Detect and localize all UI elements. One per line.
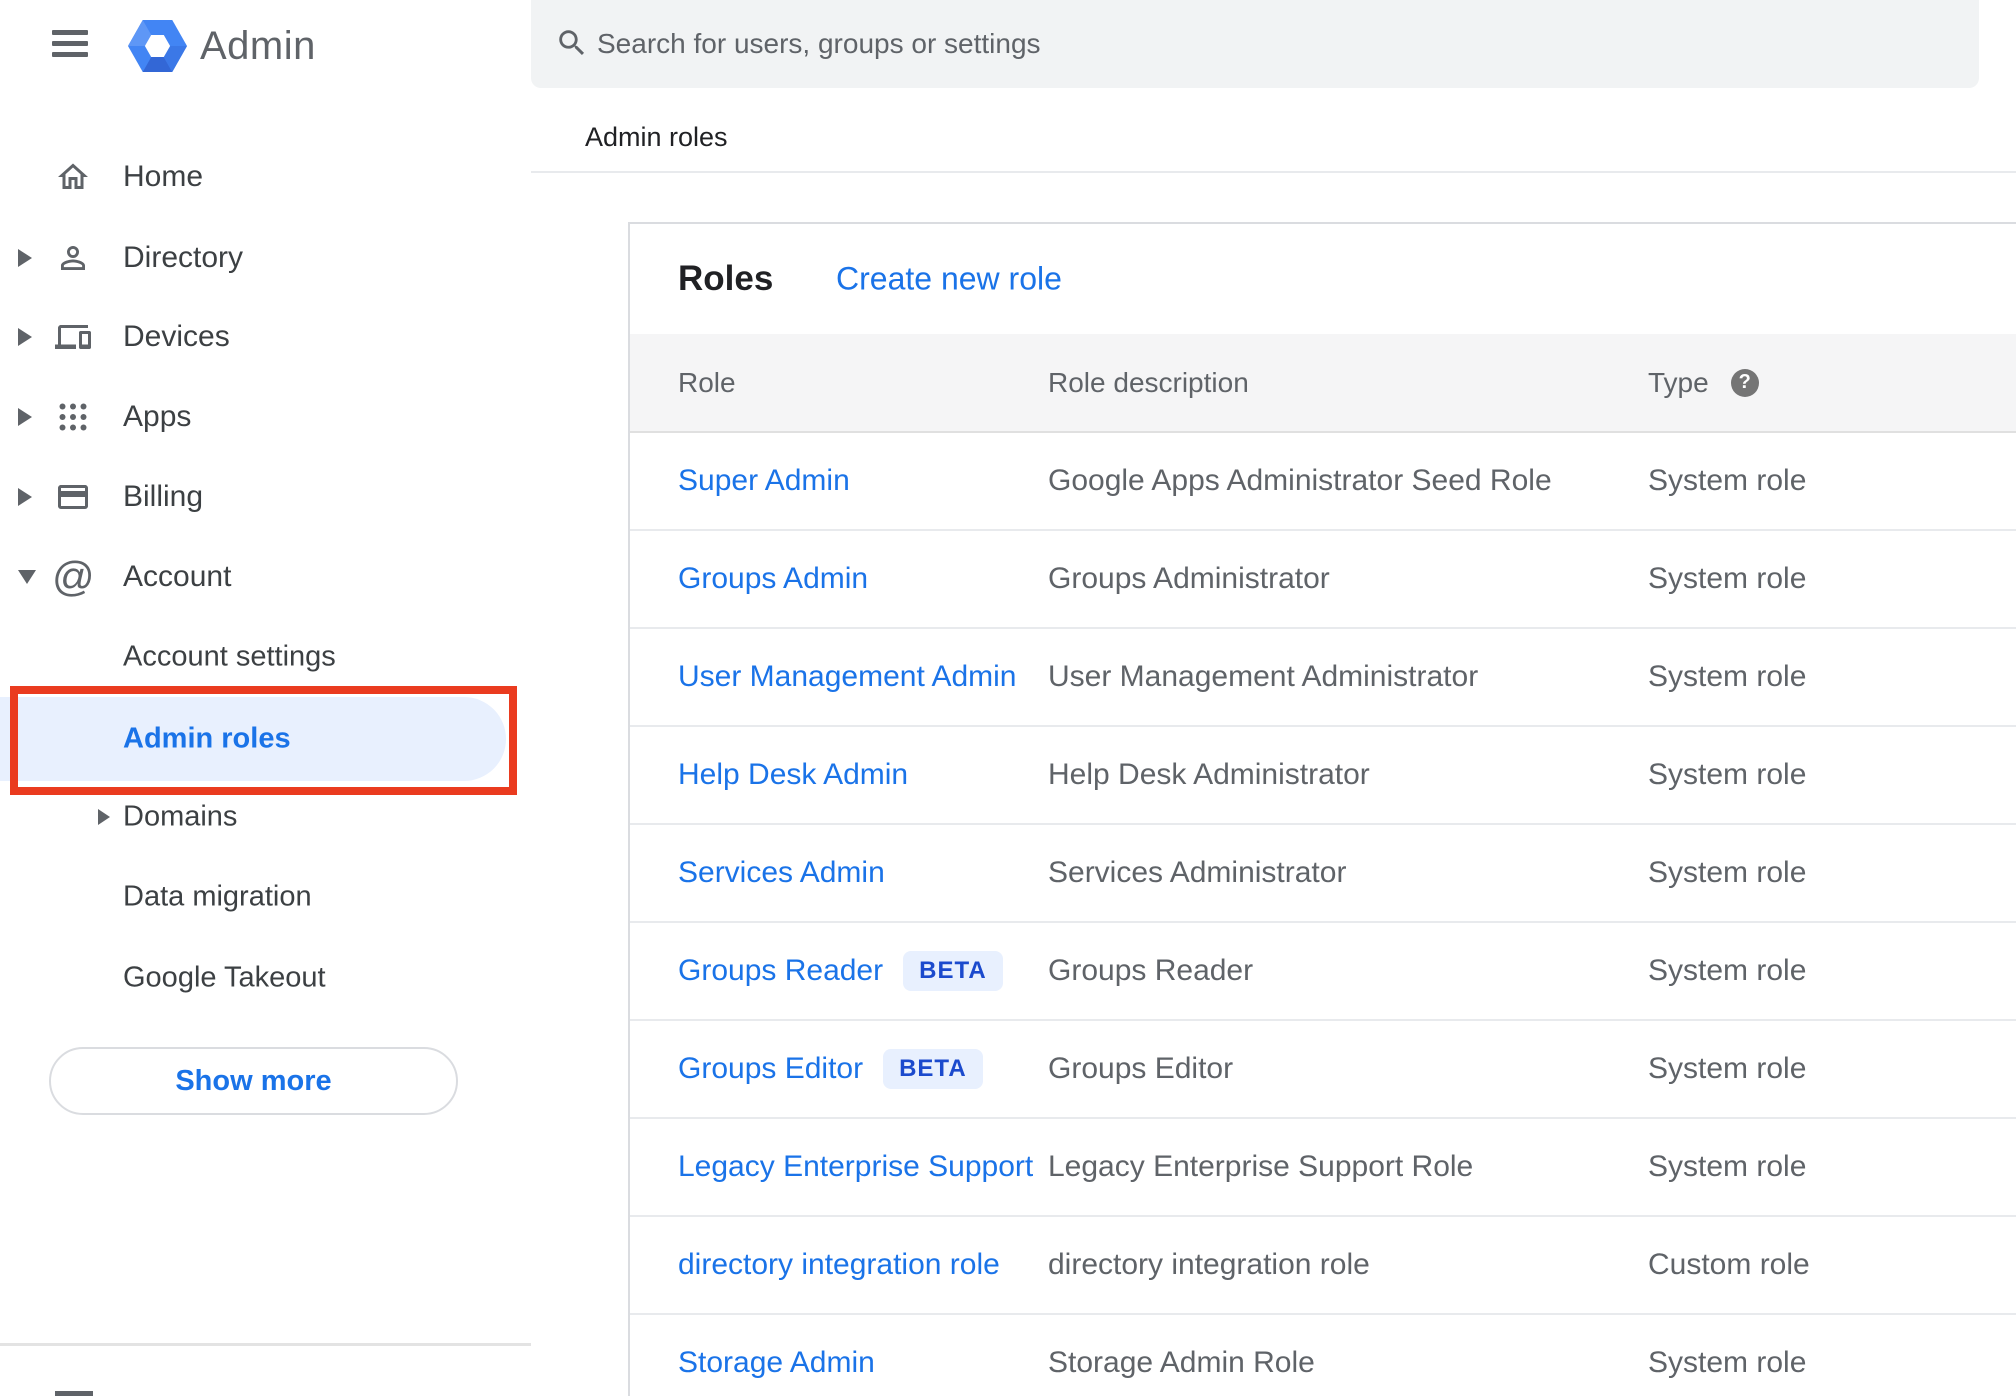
sidebar-item-google-takeout[interactable]: Google Takeout <box>0 948 531 1008</box>
hamburger-menu-icon[interactable] <box>52 30 88 58</box>
expand-arrow-icon[interactable] <box>18 488 32 506</box>
search-icon <box>559 30 585 56</box>
beta-badge: BETA <box>903 951 1003 991</box>
role-type: System role <box>1648 758 1807 791</box>
role-link[interactable]: Help Desk Admin <box>678 758 908 792</box>
role-link[interactable]: directory integration role <box>678 1248 1000 1282</box>
role-type: Custom role <box>1648 1248 1810 1281</box>
app-title: Admin <box>200 24 316 68</box>
table-row: Services Admin Services Administrator Sy… <box>630 825 2016 923</box>
role-link[interactable]: Legacy Enterprise Support <box>678 1150 1033 1184</box>
sidebar-item-domains[interactable]: Domains <box>0 787 531 847</box>
role-description: User Management Administrator <box>1048 660 1479 693</box>
role-link[interactable]: User Management Admin <box>678 660 1017 694</box>
role-description: Google Apps Administrator Seed Role <box>1048 464 1552 497</box>
column-header-description: Role description <box>1048 366 1249 398</box>
table-row: Groups Admin Groups Administrator System… <box>630 531 2016 629</box>
sidebar: Admin Home Directory Devices Apps Billin… <box>0 0 531 1396</box>
at-sign-icon: @ <box>52 553 95 600</box>
roles-card: Roles Create new role Role Role descript… <box>628 222 2016 1396</box>
role-type: System role <box>1648 1052 1807 1085</box>
role-description: Groups Administrator <box>1048 562 1330 595</box>
role-link[interactable]: Groups Admin <box>678 562 868 596</box>
sidebar-item-apps[interactable]: Apps <box>0 387 531 447</box>
home-icon <box>58 163 88 189</box>
role-link[interactable]: Groups Editor <box>678 1052 863 1086</box>
collapse-arrow-icon[interactable] <box>18 570 36 584</box>
table-row: Super Admin Google Apps Administrator Se… <box>630 433 2016 531</box>
expand-arrow-icon[interactable] <box>18 249 32 267</box>
sidebar-item-label: Devices <box>123 320 230 353</box>
role-link[interactable]: Storage Admin <box>678 1346 875 1380</box>
create-new-role-link[interactable]: Create new role <box>836 261 1062 298</box>
role-type: System role <box>1648 1150 1807 1183</box>
role-type: System role <box>1648 1346 1807 1379</box>
table-row: Legacy Enterprise Support Legacy Enterpr… <box>630 1119 2016 1217</box>
sidebar-bottom-divider <box>0 1343 531 1346</box>
breadcrumb: Admin roles <box>585 122 728 152</box>
column-header-type: Type ? <box>1648 367 2016 399</box>
role-link[interactable]: Services Admin <box>678 856 885 890</box>
show-more-button[interactable]: Show more <box>49 1047 458 1115</box>
expand-arrow-icon[interactable] <box>98 809 110 825</box>
table-header-row: Role Role description Type ? <box>630 334 2016 433</box>
sidebar-item-data-migration[interactable]: Data migration <box>0 867 531 927</box>
role-description: Legacy Enterprise Support Role <box>1048 1150 1474 1183</box>
column-header-type-label: Type <box>1648 366 1709 398</box>
table-row: Help Desk Admin Help Desk Administrator … <box>630 727 2016 825</box>
role-type: System role <box>1648 954 1807 987</box>
sidebar-item-account[interactable]: @ Account <box>0 547 531 607</box>
sidebar-item-home[interactable]: Home <box>0 147 531 207</box>
sidebar-item-label: Account settings <box>123 640 336 673</box>
role-type: System role <box>1648 856 1807 889</box>
sidebar-item-label: Directory <box>123 241 244 274</box>
expand-arrow-icon[interactable] <box>18 328 32 346</box>
role-type: System role <box>1648 464 1807 497</box>
global-search-bar[interactable] <box>531 0 1979 88</box>
sidebar-item-label: Admin roles <box>123 722 291 755</box>
sidebar-item-label: Home <box>123 160 204 193</box>
sidebar-item-label: Google Takeout <box>123 961 326 994</box>
table-row: Storage Admin Storage Admin Role System … <box>630 1315 2016 1396</box>
role-description: Help Desk Administrator <box>1048 758 1370 791</box>
devices-icon <box>55 325 91 349</box>
sidebar-item-label: Data migration <box>123 880 312 913</box>
beta-badge: BETA <box>883 1049 983 1089</box>
role-type: System role <box>1648 562 1807 595</box>
expand-arrow-icon[interactable] <box>18 408 32 426</box>
sidebar-item-account-settings[interactable]: Account settings <box>0 627 531 687</box>
admin-console-screen: Admin Home Directory Devices Apps Billin… <box>0 0 2016 1396</box>
sidebar-item-label: Apps <box>123 400 192 433</box>
sidebar-item-billing[interactable]: Billing <box>0 467 531 527</box>
table-row: directory integration role directory int… <box>630 1217 2016 1315</box>
sidebar-item-directory[interactable]: Directory <box>0 228 531 288</box>
sidebar-item-label: Billing <box>123 480 204 513</box>
search-input[interactable] <box>597 0 1957 88</box>
role-type: System role <box>1648 660 1807 693</box>
role-description: Services Administrator <box>1048 856 1347 889</box>
credit-card-icon <box>58 485 88 509</box>
roles-card-header: Roles Create new role <box>630 224 2016 334</box>
sidebar-item-admin-roles[interactable]: Admin roles <box>0 697 506 781</box>
role-link[interactable]: Groups Reader <box>678 954 883 988</box>
sidebar-item-label: Account <box>123 560 232 593</box>
sidebar-item-label: Domains <box>123 800 238 833</box>
admin-logo-icon <box>128 20 187 72</box>
table-row: Groups Editor BETA Groups Editor System … <box>630 1021 2016 1119</box>
role-link[interactable]: Super Admin <box>678 464 850 498</box>
help-icon[interactable]: ? <box>1730 368 1759 397</box>
sidebar-item-devices[interactable]: Devices <box>0 307 531 367</box>
topbar-divider <box>531 171 2016 173</box>
apps-grid-icon <box>59 403 87 431</box>
role-description: Groups Reader <box>1048 954 1254 987</box>
table-row: User Management Admin User Management Ad… <box>630 629 2016 727</box>
panel-title: Roles <box>678 259 774 298</box>
column-header-role: Role <box>678 366 736 398</box>
table-row: Groups Reader BETA Groups Reader System … <box>630 923 2016 1021</box>
person-icon <box>61 246 85 270</box>
role-description: Groups Editor <box>1048 1052 1234 1085</box>
role-description: Storage Admin Role <box>1048 1346 1315 1379</box>
clipped-bottom-icon <box>55 1391 93 1396</box>
role-description: directory integration role <box>1048 1248 1370 1281</box>
